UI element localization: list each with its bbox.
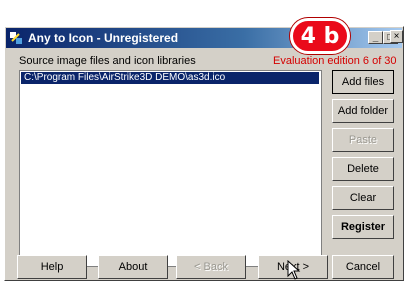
add-folder-button[interactable]: Add folder xyxy=(332,99,394,123)
source-files-label: Source image files and icon libraries xyxy=(19,55,196,67)
register-button[interactable]: Register xyxy=(332,215,394,239)
clear-button[interactable]: Clear xyxy=(332,186,394,210)
close-button[interactable]: × xyxy=(390,30,403,43)
help-button[interactable]: Help xyxy=(17,255,87,279)
minimize-icon[interactable]: _ xyxy=(368,31,383,44)
add-files-button[interactable]: Add files xyxy=(332,70,394,94)
list-item[interactable]: C:\Program Files\AirStrike3D DEMO\as3d.i… xyxy=(21,72,319,84)
paste-button[interactable]: Paste xyxy=(332,128,394,152)
delete-button[interactable]: Delete xyxy=(332,157,394,181)
cancel-button[interactable]: Cancel xyxy=(332,255,394,279)
mouse-cursor-icon xyxy=(287,260,301,280)
about-button[interactable]: About xyxy=(98,255,168,279)
source-files-list[interactable]: C:\Program Files\AirStrike3D DEMO\as3d.i… xyxy=(19,70,322,267)
step-callout-badge: 4 b xyxy=(290,18,350,54)
app-window: Any to Icon - Unregistered _ □ Source im… xyxy=(4,26,404,281)
window-title: Any to Icon - Unregistered xyxy=(28,31,179,45)
back-button[interactable]: < Back xyxy=(176,255,246,279)
evaluation-label: Evaluation edition 6 of 30 xyxy=(273,55,397,67)
app-icon xyxy=(10,32,22,44)
